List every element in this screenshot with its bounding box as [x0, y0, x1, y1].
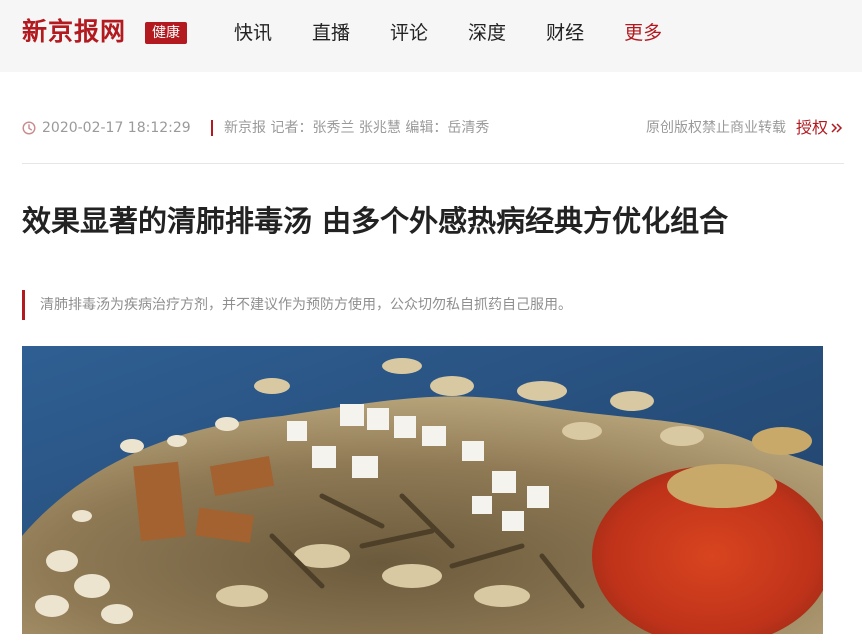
channel-badge[interactable]: 健康	[145, 22, 187, 44]
article-title: 效果显著的清肺排毒汤 由多个外感热病经典方优化组合	[22, 204, 729, 238]
license-link[interactable]: 授权	[796, 117, 828, 139]
site-logo[interactable]: 新京报网	[22, 15, 126, 49]
nav-item-more[interactable]: 更多	[624, 19, 662, 47]
nav-item-kuaixun[interactable]: 快讯	[234, 19, 272, 47]
main-nav: 快讯 直播 评论 深度 财经 更多	[234, 19, 662, 47]
top-nav-bar: 新京报网 健康 快讯 直播 评论 深度 财经 更多	[0, 0, 862, 72]
copyright-notice: 原创版权禁止商业转载	[645, 120, 786, 136]
clock-icon	[22, 121, 36, 135]
publish-time: 2020-02-17 18:12:29	[42, 120, 191, 136]
nav-item-zhibo[interactable]: 直播	[312, 19, 350, 47]
meta-divider	[211, 120, 213, 136]
copyright-area: 原创版权禁止商业转载 授权	[646, 117, 844, 139]
nav-item-pinglun[interactable]: 评论	[390, 19, 428, 47]
article-image	[22, 346, 823, 634]
nav-item-caijing[interactable]: 财经	[546, 19, 584, 47]
article-summary: 清肺排毒汤为疾病治疗方剂，并不建议作为预防方使用，公众切勿私自抓药自己服用。	[22, 290, 842, 320]
nav-item-shendu[interactable]: 深度	[468, 19, 506, 47]
source-and-authors: 新京报 记者：张秀兰 张兆慧 编辑：岳清秀	[224, 120, 490, 136]
divider	[22, 163, 844, 164]
double-chevron-icon[interactable]	[830, 121, 844, 135]
article-meta: 2020-02-17 18:12:29 新京报 记者：张秀兰 张兆慧 编辑：岳清…	[22, 117, 844, 139]
